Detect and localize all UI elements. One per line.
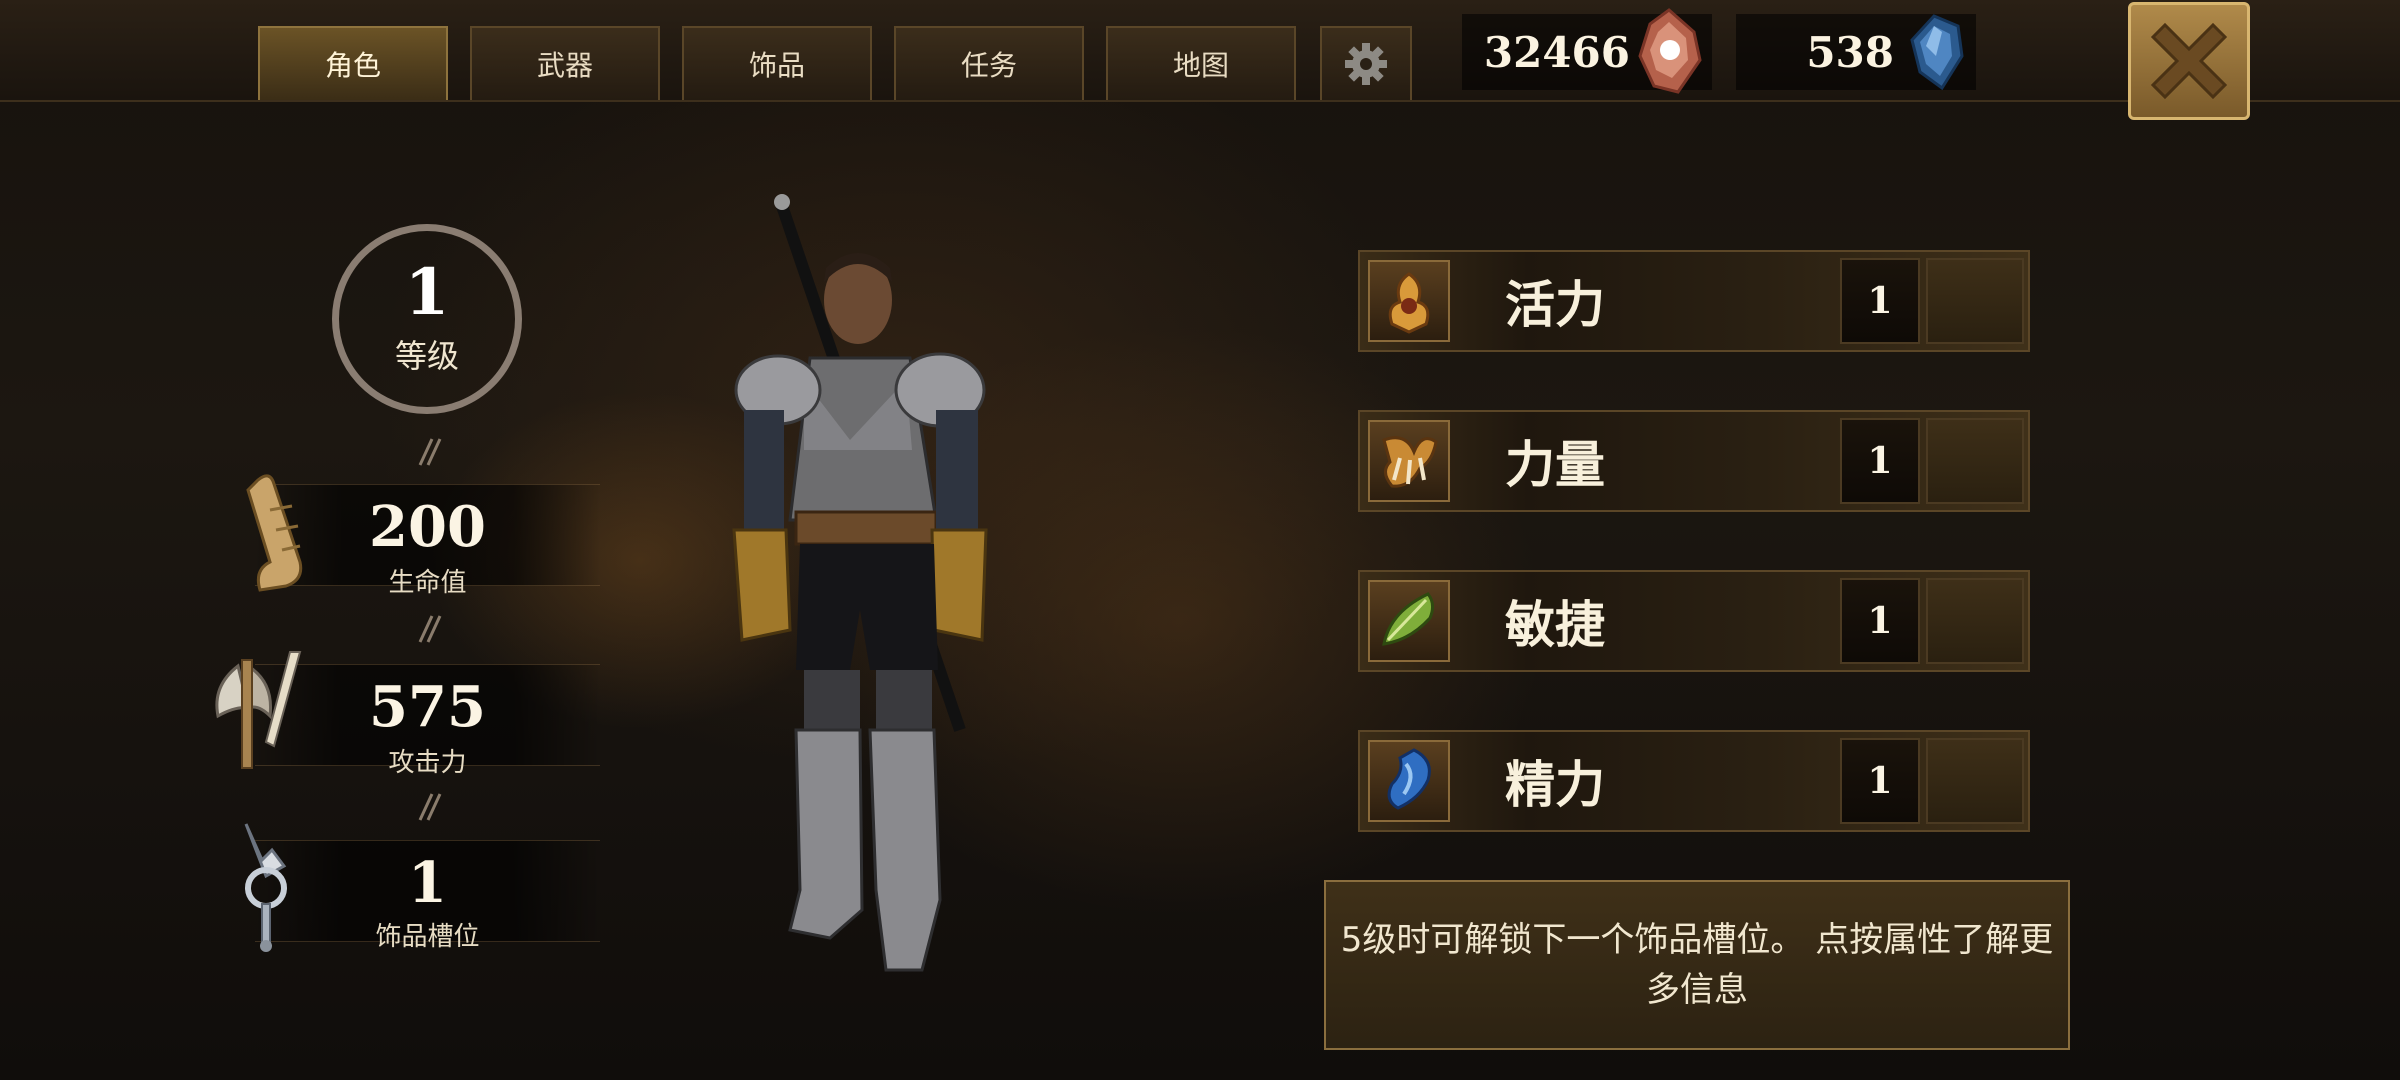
attack-label: 攻击力 <box>388 748 467 778</box>
tab-label: 饰品 <box>748 49 805 82</box>
red-crystal-icon <box>1638 8 1702 94</box>
attribute-row-agility[interactable]: 敏捷 1 <box>1358 570 2030 672</box>
attribute-upgrade-slot[interactable] <box>1926 418 2024 504</box>
energy-icon <box>1368 740 1450 822</box>
attribute-name: 活力 <box>1505 276 1605 334</box>
attribute-name: 精力 <box>1505 756 1605 814</box>
tab-weapons[interactable]: 武器 <box>470 26 660 100</box>
tab-map[interactable]: 地图 <box>1106 26 1296 100</box>
level-value: 1 <box>404 255 450 330</box>
health-label: 生命值 <box>388 568 467 598</box>
divider-slash <box>418 438 442 466</box>
attribute-value: 1 <box>1840 738 1920 824</box>
attribute-upgrade-slot[interactable] <box>1926 258 2024 344</box>
attribute-row-vitality[interactable]: 活力 1 <box>1358 250 2030 352</box>
attribute-value: 1 <box>1840 258 1920 344</box>
attack-value: 575 <box>369 674 486 740</box>
attribute-upgrade-slot[interactable] <box>1926 578 2024 664</box>
blue-gem-icon <box>1910 14 1964 91</box>
level-badge: 1 等级 <box>332 224 522 414</box>
settings-button[interactable] <box>1320 26 1412 100</box>
divider-slash <box>418 615 442 643</box>
gear-icon <box>1345 43 1387 85</box>
tab-label: 角色 <box>324 49 381 82</box>
tab-quests[interactable]: 任务 <box>894 26 1084 100</box>
gem-counter: 538 <box>1736 14 1976 91</box>
attribute-row-strength[interactable]: 力量 1 <box>1358 410 2030 512</box>
crystal-amount: 32466 <box>1483 27 1630 77</box>
strength-icon <box>1368 420 1450 502</box>
tab-label: 任务 <box>960 49 1017 82</box>
tab-label: 地图 <box>1172 49 1229 82</box>
accessory-slots-value: 1 <box>408 850 447 916</box>
tab-label: 武器 <box>536 49 593 82</box>
tab-character[interactable]: 角色 <box>258 26 448 100</box>
agility-icon <box>1368 580 1450 662</box>
gem-amount: 538 <box>1806 27 1894 77</box>
hero-character-model[interactable] <box>700 190 1030 980</box>
attribute-row-energy[interactable]: 精力 1 <box>1358 730 2030 832</box>
accessory-slots-label: 饰品槽位 <box>375 922 480 952</box>
crystal-counter: 32466 <box>1462 8 1712 94</box>
health-value: 200 <box>369 494 486 560</box>
info-message: 5级时可解锁下一个饰品槽位。 点按属性了解更多信息 <box>1324 880 2070 1050</box>
attribute-value: 1 <box>1840 418 1920 504</box>
vitality-icon <box>1368 260 1450 342</box>
attribute-name: 敏捷 <box>1505 596 1605 654</box>
tab-accessories[interactable]: 饰品 <box>682 26 872 100</box>
level-label: 等级 <box>394 337 459 375</box>
attribute-upgrade-slot[interactable] <box>1926 738 2024 824</box>
close-icon <box>2150 22 2228 100</box>
attribute-name: 力量 <box>1505 436 1605 494</box>
attribute-value: 1 <box>1840 578 1920 664</box>
close-button[interactable] <box>2128 2 2250 120</box>
divider-slash <box>418 793 442 821</box>
info-text: 5级时可解锁下一个饰品槽位。 点按属性了解更多信息 <box>1340 920 2054 1010</box>
